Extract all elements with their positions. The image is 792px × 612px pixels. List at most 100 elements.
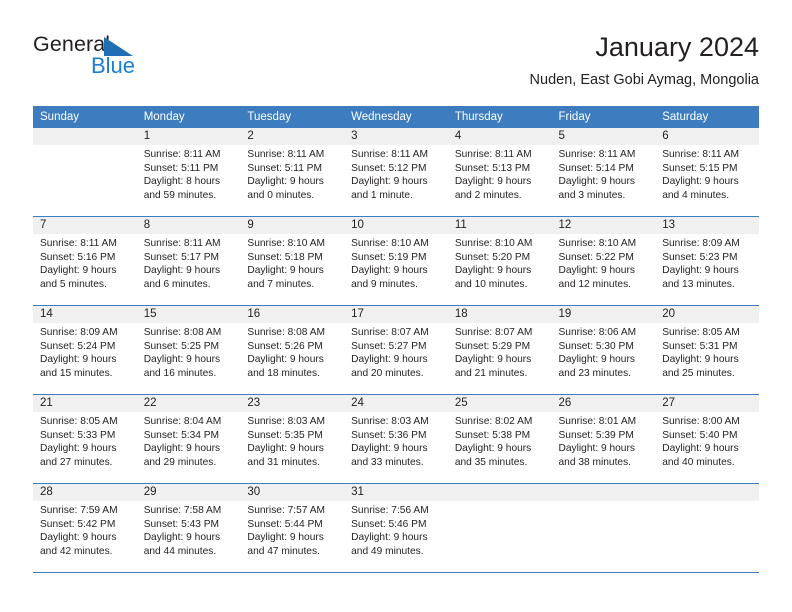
sunrise-text: Sunrise: 8:11 AM	[40, 238, 117, 249]
sunrise-text: Sunrise: 8:09 AM	[40, 327, 118, 338]
sunset-text: Sunset: 5:14 PM	[558, 162, 634, 174]
day-cell[interactable]: 13 Sunrise: 8:09 AM Sunset: 5:23 PM Dayligh…	[655, 217, 759, 305]
day-cell[interactable]: 26 Sunrise: 8:01 AM Sunset: 5:39 PM Dayligh…	[551, 395, 656, 483]
day-cell[interactable]: 25 Sunrise: 8:02 AM Sunset: 5:38 PM Dayligh…	[447, 395, 552, 483]
day-cell[interactable]: 7 Sunrise: 8:11 AM Sunset: 5:16 PM Daylight…	[33, 217, 137, 305]
calendar-cell: 13 Sunrise: 8:09 AM Sunset: 5:23 PM Dayligh…	[655, 216, 759, 306]
day-cell[interactable]: 15 Sunrise: 8:08 AM Sunset: 5:25 PM Dayligh…	[136, 306, 241, 394]
day-number: 26	[551, 395, 656, 412]
daylight-text: Daylight: 9 hours and 44 minutes.	[143, 532, 221, 557]
weekday-header-monday: Monday	[136, 106, 241, 128]
sunset-text: Sunset: 5:34 PM	[143, 429, 220, 441]
daylight-text: Daylight: 9 hours and 29 minutes.	[143, 443, 221, 468]
calendar-body: 1 Sunrise: 8:11 AM Sunset: 5:11 PM Daylight…	[33, 128, 759, 573]
day-cell[interactable]: 12 Sunrise: 8:10 AM Sunset: 5:22 PM Dayligh…	[551, 217, 656, 305]
day-cell[interactable]: 17 Sunrise: 8:07 AM Sunset: 5:27 PM Dayligh…	[344, 306, 448, 394]
sunrise-text: Sunrise: 7:57 AM	[247, 505, 325, 516]
sunset-text: Sunset: 5:11 PM	[247, 162, 322, 174]
calendar-cell: 12 Sunrise: 8:10 AM Sunset: 5:22 PM Dayligh…	[551, 216, 656, 306]
daylight-text: Daylight: 9 hours and 25 minutes.	[662, 354, 739, 379]
sunrise-text: Sunrise: 8:11 AM	[247, 149, 325, 160]
day-cell[interactable]: 22 Sunrise: 8:04 AM Sunset: 5:34 PM Dayligh…	[136, 395, 241, 483]
day-cell[interactable]: 3 Sunrise: 8:11 AM Sunset: 5:12 PM Daylight…	[344, 128, 448, 216]
calendar-cell	[551, 483, 656, 573]
calendar-cell: 6 Sunrise: 8:11 AM Sunset: 5:15 PM Daylight…	[655, 128, 759, 217]
sunrise-text: Sunrise: 8:11 AM	[351, 149, 428, 160]
day-cell[interactable]: 29 Sunrise: 7:58 AM Sunset: 5:43 PM Dayligh…	[136, 484, 241, 572]
daylight-text: Daylight: 9 hours and 33 minutes.	[351, 443, 428, 468]
day-cell[interactable]: 16 Sunrise: 8:08 AM Sunset: 5:26 PM Dayligh…	[240, 306, 345, 394]
day-cell[interactable]: 28 Sunrise: 7:59 AM Sunset: 5:42 PM Dayligh…	[33, 484, 137, 572]
daylight-text: Daylight: 9 hours and 35 minutes.	[454, 443, 532, 468]
day-details: Sunrise: 8:10 AM Sunset: 5:18 PM Daylight:…	[240, 234, 344, 291]
sunset-text: Sunset: 5:39 PM	[558, 429, 634, 441]
day-cell[interactable]: 5 Sunrise: 8:11 AM Sunset: 5:14 PM Daylight…	[551, 128, 656, 216]
day-cell[interactable]: 14 Sunrise: 8:09 AM Sunset: 5:24 PM Dayligh…	[33, 306, 137, 394]
day-number: 22	[136, 395, 241, 412]
day-details: Sunrise: 8:09 AM Sunset: 5:23 PM Daylight:…	[655, 234, 759, 291]
day-cell[interactable]: 21 Sunrise: 8:05 AM Sunset: 5:33 PM Dayligh…	[33, 395, 137, 483]
day-cell[interactable]: 6 Sunrise: 8:11 AM Sunset: 5:15 PM Daylight…	[655, 128, 759, 216]
day-details: Sunrise: 8:11 AM Sunset: 5:17 PM Daylight:…	[137, 234, 241, 291]
sunrise-text: Sunrise: 7:59 AM	[40, 505, 118, 516]
day-details: Sunrise: 8:11 AM Sunset: 5:14 PM Daylight:…	[552, 145, 656, 202]
day-details	[33, 145, 137, 148]
day-cell[interactable]: 1 Sunrise: 8:11 AM Sunset: 5:11 PM Daylight…	[136, 128, 241, 216]
day-cell[interactable]: 20 Sunrise: 8:05 AM Sunset: 5:31 PM Dayligh…	[655, 306, 759, 394]
sunset-text: Sunset: 5:17 PM	[143, 251, 220, 263]
sunrise-text: Sunrise: 8:03 AM	[351, 416, 429, 427]
daylight-text: Daylight: 9 hours and 15 minutes.	[40, 354, 117, 379]
day-cell[interactable]: 2 Sunrise: 8:11 AM Sunset: 5:11 PM Daylight…	[240, 128, 345, 216]
day-details: Sunrise: 8:03 AM Sunset: 5:35 PM Daylight:…	[240, 412, 344, 469]
day-number: 3	[344, 128, 448, 145]
day-details: Sunrise: 8:07 AM Sunset: 5:27 PM Daylight:…	[344, 323, 448, 380]
sunset-text: Sunset: 5:35 PM	[247, 429, 323, 441]
day-number: 16	[240, 306, 345, 323]
daylight-text: Daylight: 9 hours and 38 minutes.	[558, 443, 635, 468]
day-cell[interactable]: 18 Sunrise: 8:07 AM Sunset: 5:29 PM Dayligh…	[447, 306, 552, 394]
calendar-cell: 22 Sunrise: 8:04 AM Sunset: 5:34 PM Dayligh…	[136, 394, 241, 484]
day-cell[interactable]: 11 Sunrise: 8:10 AM Sunset: 5:20 PM Dayligh…	[447, 217, 552, 305]
day-cell[interactable]: 31 Sunrise: 7:56 AM Sunset: 5:46 PM Dayligh…	[344, 484, 448, 572]
day-cell[interactable]: 8 Sunrise: 8:11 AM Sunset: 5:17 PM Daylight…	[136, 217, 241, 305]
day-cell[interactable]: 24 Sunrise: 8:03 AM Sunset: 5:36 PM Dayligh…	[344, 395, 448, 483]
day-number	[33, 128, 137, 145]
sunset-text: Sunset: 5:44 PM	[247, 518, 323, 530]
day-cell[interactable]: 30 Sunrise: 7:57 AM Sunset: 5:44 PM Dayligh…	[240, 484, 345, 572]
daylight-text: Daylight: 9 hours and 23 minutes.	[558, 354, 635, 379]
day-details: Sunrise: 8:11 AM Sunset: 5:11 PM Daylight:…	[137, 145, 241, 202]
day-cell[interactable]: 19 Sunrise: 8:06 AM Sunset: 5:30 PM Dayligh…	[551, 306, 656, 394]
daylight-text: Daylight: 9 hours and 1 minute.	[351, 176, 428, 201]
day-cell[interactable]: 10 Sunrise: 8:10 AM Sunset: 5:19 PM Dayligh…	[344, 217, 448, 305]
sunrise-text: Sunrise: 8:11 AM	[454, 149, 532, 160]
sunrise-text: Sunrise: 8:10 AM	[247, 238, 325, 249]
general-blue-logo[interactable]: General Blue	[33, 32, 213, 90]
day-details: Sunrise: 8:09 AM Sunset: 5:24 PM Daylight:…	[33, 323, 137, 380]
sunset-text: Sunset: 5:11 PM	[143, 162, 219, 174]
daylight-text: Daylight: 9 hours and 20 minutes.	[351, 354, 428, 379]
day-cell[interactable]: 4 Sunrise: 8:11 AM Sunset: 5:13 PM Daylight…	[447, 128, 552, 216]
sunset-text: Sunset: 5:31 PM	[662, 340, 738, 352]
day-cell[interactable]: 23 Sunrise: 8:03 AM Sunset: 5:35 PM Dayligh…	[240, 395, 345, 483]
day-number: 19	[551, 306, 656, 323]
daylight-text: Daylight: 9 hours and 7 minutes.	[247, 265, 324, 290]
day-number: 29	[136, 484, 241, 501]
daylight-text: Daylight: 9 hours and 3 minutes.	[558, 176, 635, 201]
sunrise-text: Sunrise: 8:07 AM	[351, 327, 429, 338]
sunset-text: Sunset: 5:29 PM	[454, 340, 531, 352]
day-number: 23	[240, 395, 345, 412]
sunset-text: Sunset: 5:30 PM	[558, 340, 634, 352]
day-number: 28	[33, 484, 137, 501]
day-number: 18	[447, 306, 552, 323]
month-calendar: Sunday Monday Tuesday Wednesday Thursday…	[33, 106, 759, 573]
calendar-cell: 2 Sunrise: 8:11 AM Sunset: 5:11 PM Daylight…	[240, 128, 345, 217]
day-details: Sunrise: 8:02 AM Sunset: 5:38 PM Daylight:…	[448, 412, 552, 469]
day-cell[interactable]: 27 Sunrise: 8:00 AM Sunset: 5:40 PM Dayligh…	[655, 395, 759, 483]
day-number: 15	[136, 306, 241, 323]
calendar-cell: 17 Sunrise: 8:07 AM Sunset: 5:27 PM Dayligh…	[344, 305, 448, 395]
day-details: Sunrise: 7:59 AM Sunset: 5:42 PM Daylight:…	[33, 501, 137, 558]
calendar-cell: 4 Sunrise: 8:11 AM Sunset: 5:13 PM Daylight…	[447, 128, 552, 217]
calendar-cell: 23 Sunrise: 8:03 AM Sunset: 5:35 PM Dayligh…	[240, 394, 345, 484]
calendar-cell: 5 Sunrise: 8:11 AM Sunset: 5:14 PM Daylight…	[551, 128, 656, 217]
day-cell[interactable]: 9 Sunrise: 8:10 AM Sunset: 5:18 PM Daylight…	[240, 217, 345, 305]
